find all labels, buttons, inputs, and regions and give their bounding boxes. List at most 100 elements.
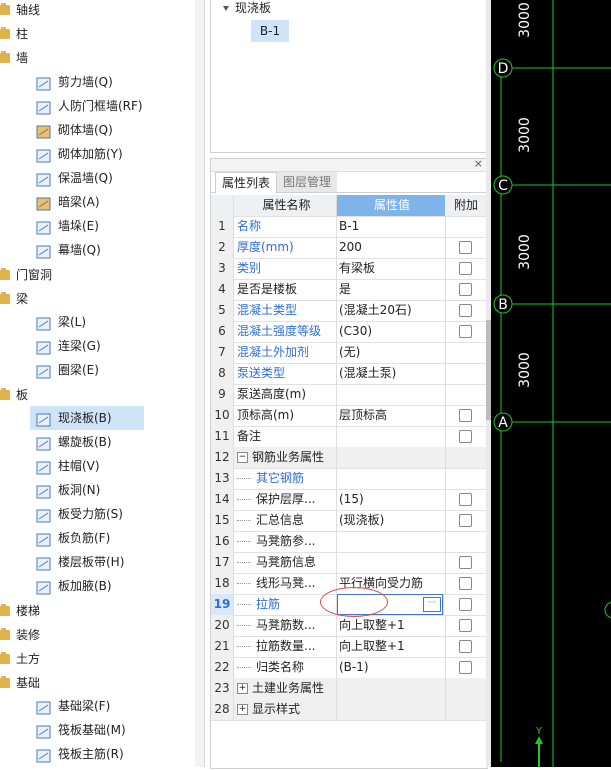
property-row[interactable]: 5 混凝土类型 (混凝土20石) <box>211 300 487 322</box>
tree-item[interactable]: 暗梁(A) <box>30 190 200 214</box>
property-row[interactable]: 1 名称 B-1 <box>211 216 487 238</box>
tree-item[interactable]: 现浇板(B) <box>30 406 144 430</box>
attach-checkbox[interactable] <box>459 556 472 569</box>
property-value[interactable]: 200 <box>337 237 446 258</box>
expand-icon[interactable]: + <box>237 683 248 694</box>
tree-item[interactable]: 楼层板带(H) <box>30 550 200 574</box>
tree-category[interactable]: 轴线 <box>0 0 200 22</box>
property-value[interactable]: (混凝土20石) <box>337 300 446 321</box>
property-value[interactable]: 是 <box>337 279 446 300</box>
property-row[interactable]: 8 泵送类型 (混凝土泵) <box>211 363 487 385</box>
tree-category[interactable]: 楼梯 <box>0 599 200 623</box>
property-value[interactable] <box>337 678 446 699</box>
tree-category[interactable]: 墙 <box>0 46 200 70</box>
tree-item[interactable]: 板洞(N) <box>30 478 200 502</box>
attach-checkbox[interactable] <box>459 262 472 275</box>
attach-checkbox[interactable] <box>459 304 472 317</box>
tree-item[interactable]: 墙垛(E) <box>30 214 200 238</box>
tree-item[interactable]: 砌体加筋(Y) <box>30 142 200 166</box>
property-value[interactable]: (现浇板) <box>337 510 446 531</box>
property-value[interactable]: B-1 <box>337 216 446 237</box>
tree-item[interactable]: 板受力筋(S) <box>30 502 200 526</box>
tree-item[interactable]: 基础梁(F) <box>30 694 200 718</box>
tab-layers[interactable]: 图层管理 <box>277 172 338 192</box>
tree-item[interactable]: 螺旋板(B) <box>30 430 200 454</box>
tree-item[interactable]: 保温墙(Q) <box>30 166 200 190</box>
property-row[interactable]: 3 类别 有梁板 <box>211 258 487 280</box>
attach-checkbox[interactable] <box>459 598 472 611</box>
tree-item[interactable]: 砌体墙(Q) <box>30 118 200 142</box>
property-value[interactable]: 向上取整+1 <box>337 636 446 657</box>
property-row[interactable]: 22 归类名称 (B-1) <box>211 657 487 679</box>
attach-checkbox[interactable] <box>459 577 472 590</box>
tree-item[interactable]: 柱帽(V) <box>30 454 200 478</box>
tree-category[interactable]: 基础 <box>0 671 200 695</box>
attach-checkbox[interactable] <box>459 283 472 296</box>
property-value[interactable] <box>337 426 446 447</box>
attach-checkbox[interactable] <box>459 241 472 254</box>
tree-item[interactable]: 圈梁(E) <box>30 358 200 382</box>
attach-checkbox[interactable] <box>459 493 472 506</box>
property-value[interactable]: (混凝土泵) <box>337 363 446 384</box>
property-value[interactable]: 有梁板 <box>337 258 446 279</box>
expand-triangle-icon[interactable] <box>223 6 229 11</box>
property-value[interactable] <box>337 384 446 405</box>
tree-category[interactable]: 板 <box>0 383 200 407</box>
attach-checkbox[interactable] <box>459 619 472 632</box>
property-row[interactable]: 12− 钢筋业务属性 <box>211 447 487 469</box>
close-icon[interactable]: × <box>474 157 483 170</box>
property-value[interactable] <box>337 552 446 573</box>
property-value[interactable]: 向上取整+1 <box>337 615 446 636</box>
property-row[interactable]: 21 拉筋数量... 向上取整+1 <box>211 636 487 658</box>
attach-checkbox[interactable] <box>459 430 472 443</box>
collapse-icon[interactable]: − <box>237 452 248 463</box>
tree-category[interactable]: 梁 <box>0 287 200 311</box>
ellipsis-button[interactable]: ··· <box>423 597 441 612</box>
property-row[interactable]: 6 混凝土强度等级 (C30) <box>211 321 487 343</box>
property-row[interactable]: 7 混凝土外加剂 (无) <box>211 342 487 364</box>
property-row[interactable]: 2 厚度(mm) 200 <box>211 237 487 259</box>
property-row[interactable]: 28 + 显示样式 <box>211 699 487 721</box>
attach-checkbox[interactable] <box>459 661 472 674</box>
property-row[interactable]: 11 备注 <box>211 426 487 448</box>
tree-item[interactable]: 剪力墙(Q) <box>30 70 200 94</box>
property-row[interactable]: 16 马凳筋参... <box>211 531 487 553</box>
attach-checkbox[interactable] <box>459 409 472 422</box>
tree-item[interactable]: 筏板主筋(R) <box>30 742 200 766</box>
tree-item[interactable]: 筏板基础(M) <box>30 718 200 742</box>
property-row[interactable]: 23 + 土建业务属性 <box>211 678 487 700</box>
tree-category[interactable]: 门窗洞 <box>0 263 200 287</box>
property-value[interactable] <box>337 531 446 552</box>
tab-properties[interactable]: 属性列表 <box>215 172 278 194</box>
expand-icon[interactable]: + <box>237 704 248 715</box>
property-row[interactable]: 10 顶标高(m) 层顶标高 <box>211 405 487 427</box>
tree-item[interactable]: 板负筋(F) <box>30 526 200 550</box>
drawing-canvas[interactable]: D C B A 3000 3000 3000 3000 Y <box>491 0 611 767</box>
property-row[interactable]: 20 马凳筋数... 向上取整+1 <box>211 615 487 637</box>
property-value[interactable] <box>337 468 446 489</box>
tree-item[interactable]: 幕墙(Q) <box>30 238 200 262</box>
tree-item[interactable]: 人防门框墙(RF) <box>30 94 200 118</box>
property-row[interactable]: 14 保护层厚... (15) <box>211 489 487 511</box>
tree-item[interactable]: 板加腋(B) <box>30 574 200 598</box>
property-row[interactable]: 15 汇总信息 (现浇板) <box>211 510 487 532</box>
attach-checkbox[interactable] <box>459 640 472 653</box>
property-value[interactable] <box>337 447 446 468</box>
property-row[interactable]: 13 其它钢筋 <box>211 468 487 490</box>
tree-node-cast-slab[interactable]: 现浇板 <box>223 0 271 16</box>
attach-checkbox[interactable] <box>459 325 472 338</box>
property-row[interactable]: 17 马凳筋信息 <box>211 552 487 574</box>
tree-category[interactable]: 装修 <box>0 623 200 647</box>
property-value[interactable]: (无) <box>337 342 446 363</box>
tree-item[interactable]: 梁(L) <box>30 310 200 334</box>
property-value[interactable]: (B-1) <box>337 657 446 678</box>
tree-category[interactable]: 土方 <box>0 647 200 671</box>
property-value[interactable] <box>337 699 446 720</box>
property-value[interactable]: 层顶标高 <box>337 405 446 426</box>
tree-category[interactable]: 柱 <box>0 22 200 46</box>
tree-item[interactable]: 连梁(G) <box>30 334 200 358</box>
attach-checkbox[interactable] <box>459 514 472 527</box>
property-row[interactable]: 9 泵送高度(m) <box>211 384 487 406</box>
property-value[interactable]: (15) <box>337 489 446 510</box>
property-value[interactable]: (C30) <box>337 321 446 342</box>
